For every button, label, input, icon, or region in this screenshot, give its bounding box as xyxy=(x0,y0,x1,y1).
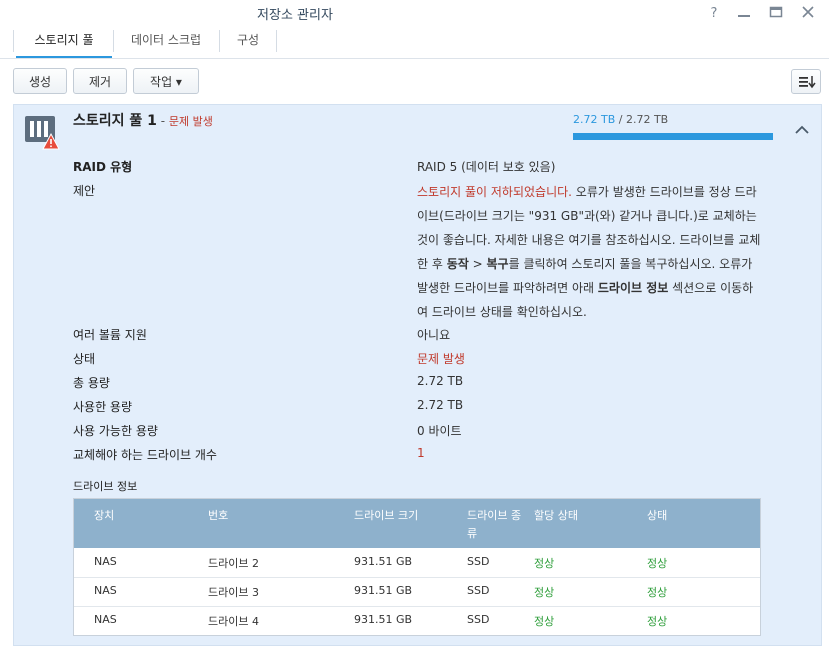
cell-type: SSD xyxy=(467,584,490,597)
status-value: 문제 발생 xyxy=(417,352,465,366)
tab-divider xyxy=(219,30,220,52)
multi-volume-value: 아니요 xyxy=(417,328,451,342)
column-header-status[interactable]: 상태 xyxy=(647,507,667,525)
pool-name: 스토리지 풀 1 xyxy=(73,113,157,129)
chevron-up-icon[interactable] xyxy=(793,121,811,139)
suggestion-arrow: > xyxy=(468,257,487,271)
cell-size: 931.51 GB xyxy=(354,584,413,597)
table-header: 장치 번호 드라이브 크기 드라이브 종류 할당 상태 상태 xyxy=(74,499,760,548)
svg-text:?: ? xyxy=(711,6,718,21)
maximize-icon[interactable] xyxy=(765,2,787,22)
table-row[interactable]: NAS 드라이브 2 931.51 GB SSD 정상 정상 xyxy=(74,548,760,578)
suggestion-label: 제안 xyxy=(73,184,96,198)
cell-number: 드라이브 2 xyxy=(208,557,259,570)
toolbar: 생성 제거 작업 ▾ xyxy=(0,60,829,100)
cell-allocation: 정상 xyxy=(534,557,555,570)
tab-bar: 스토리지 풀 데이터 스크럽 구성 xyxy=(0,26,829,59)
suggestion-text: 스토리지 풀이 저하되었습니다. 오류가 발생한 드라이브를 정상 드라이브(드… xyxy=(417,180,762,324)
usage-text: 2.72 TB / 2.72 TB xyxy=(573,113,668,126)
create-button[interactable]: 생성 xyxy=(13,68,67,94)
cell-number: 드라이브 4 xyxy=(208,615,259,628)
usage-separator: / xyxy=(615,113,626,126)
multi-volume-label: 여러 볼륨 지원 xyxy=(73,328,147,342)
tab-divider xyxy=(13,30,14,52)
cell-allocation: 정상 xyxy=(534,586,555,599)
column-header-type[interactable]: 드라이브 종류 xyxy=(467,507,529,543)
cell-type: SSD xyxy=(467,555,490,568)
storage-pool-icon xyxy=(24,115,60,150)
help-icon[interactable]: ? xyxy=(703,2,725,22)
raid-type-value: RAID 5 (데이터 보호 있음) xyxy=(417,160,556,174)
column-header-allocation[interactable]: 할당 상태 xyxy=(534,507,578,525)
title-bar: 저장소 관리자 ? xyxy=(0,0,829,26)
action-dropdown-button[interactable]: 작업 ▾ xyxy=(133,68,199,94)
total-capacity-value: 2.72 TB xyxy=(417,374,464,388)
cell-device: NAS xyxy=(94,584,117,597)
cell-size: 931.51 GB xyxy=(354,613,413,626)
cell-status: 정상 xyxy=(647,557,668,570)
remove-button[interactable]: 제거 xyxy=(73,68,127,94)
drive-info-table: 장치 번호 드라이브 크기 드라이브 종류 할당 상태 상태 NAS 드라이브 … xyxy=(73,498,761,636)
pool-status-badge: 문제 발생 xyxy=(168,115,213,128)
close-icon[interactable] xyxy=(797,2,819,22)
total-capacity-label: 총 용량 xyxy=(73,376,110,390)
cell-allocation: 정상 xyxy=(534,615,555,628)
cell-type: SSD xyxy=(467,613,490,626)
raid-type-label: RAID 유형 xyxy=(73,160,133,174)
table-row[interactable]: NAS 드라이브 3 931.51 GB SSD 정상 정상 xyxy=(74,577,760,607)
pool-title: 스토리지 풀 1 - 문제 발생 xyxy=(73,110,213,130)
tab-data-scrubbing[interactable]: 데이터 스크럽 xyxy=(116,32,216,56)
status-label: 상태 xyxy=(73,352,96,366)
drives-to-replace-value: 1 xyxy=(417,446,425,460)
tab-divider xyxy=(276,30,277,52)
sort-button[interactable] xyxy=(791,69,821,94)
tab-storage-pool[interactable]: 스토리지 풀 xyxy=(16,32,112,56)
cell-number: 드라이브 3 xyxy=(208,586,259,599)
minimize-icon[interactable] xyxy=(733,2,755,22)
usage-total: 2.72 TB xyxy=(625,113,669,126)
usage-used: 2.72 TB xyxy=(573,113,616,126)
used-capacity-value: 2.72 TB xyxy=(417,398,464,412)
column-header-size[interactable]: 드라이브 크기 xyxy=(354,507,418,525)
cell-status: 정상 xyxy=(647,615,668,628)
cell-device: NAS xyxy=(94,555,117,568)
suggestion-drive-info: 드라이브 정보 xyxy=(597,281,669,295)
drives-to-replace-label: 교체해야 하는 드라이브 개수 xyxy=(73,448,217,462)
suggestion-degraded: 스토리지 풀이 저하되었습니다. xyxy=(417,185,572,199)
column-header-number[interactable]: 번호 xyxy=(208,507,228,525)
column-header-device[interactable]: 장치 xyxy=(94,507,114,525)
cell-status: 정상 xyxy=(647,586,668,599)
table-row[interactable]: NAS 드라이브 4 931.51 GB SSD 정상 정상 xyxy=(74,606,760,635)
usage-bar xyxy=(573,133,773,140)
drive-info-title: 드라이브 정보 xyxy=(73,480,138,493)
tab-settings[interactable]: 구성 xyxy=(222,32,274,56)
usage-bar-fill xyxy=(573,133,773,140)
tab-divider xyxy=(113,30,114,52)
cell-device: NAS xyxy=(94,613,117,626)
pool-title-separator: - xyxy=(156,114,169,128)
used-capacity-label: 사용한 용량 xyxy=(73,400,133,414)
active-tab-indicator xyxy=(16,56,112,58)
suggestion-repair: 복구 xyxy=(486,257,509,271)
available-capacity-label: 사용 가능한 용량 xyxy=(73,424,158,438)
suggestion-action: 동작 xyxy=(446,257,469,271)
available-capacity-value: 0 바이트 xyxy=(417,424,462,438)
cell-size: 931.51 GB xyxy=(354,555,413,568)
window-title: 저장소 관리자 xyxy=(257,8,333,23)
